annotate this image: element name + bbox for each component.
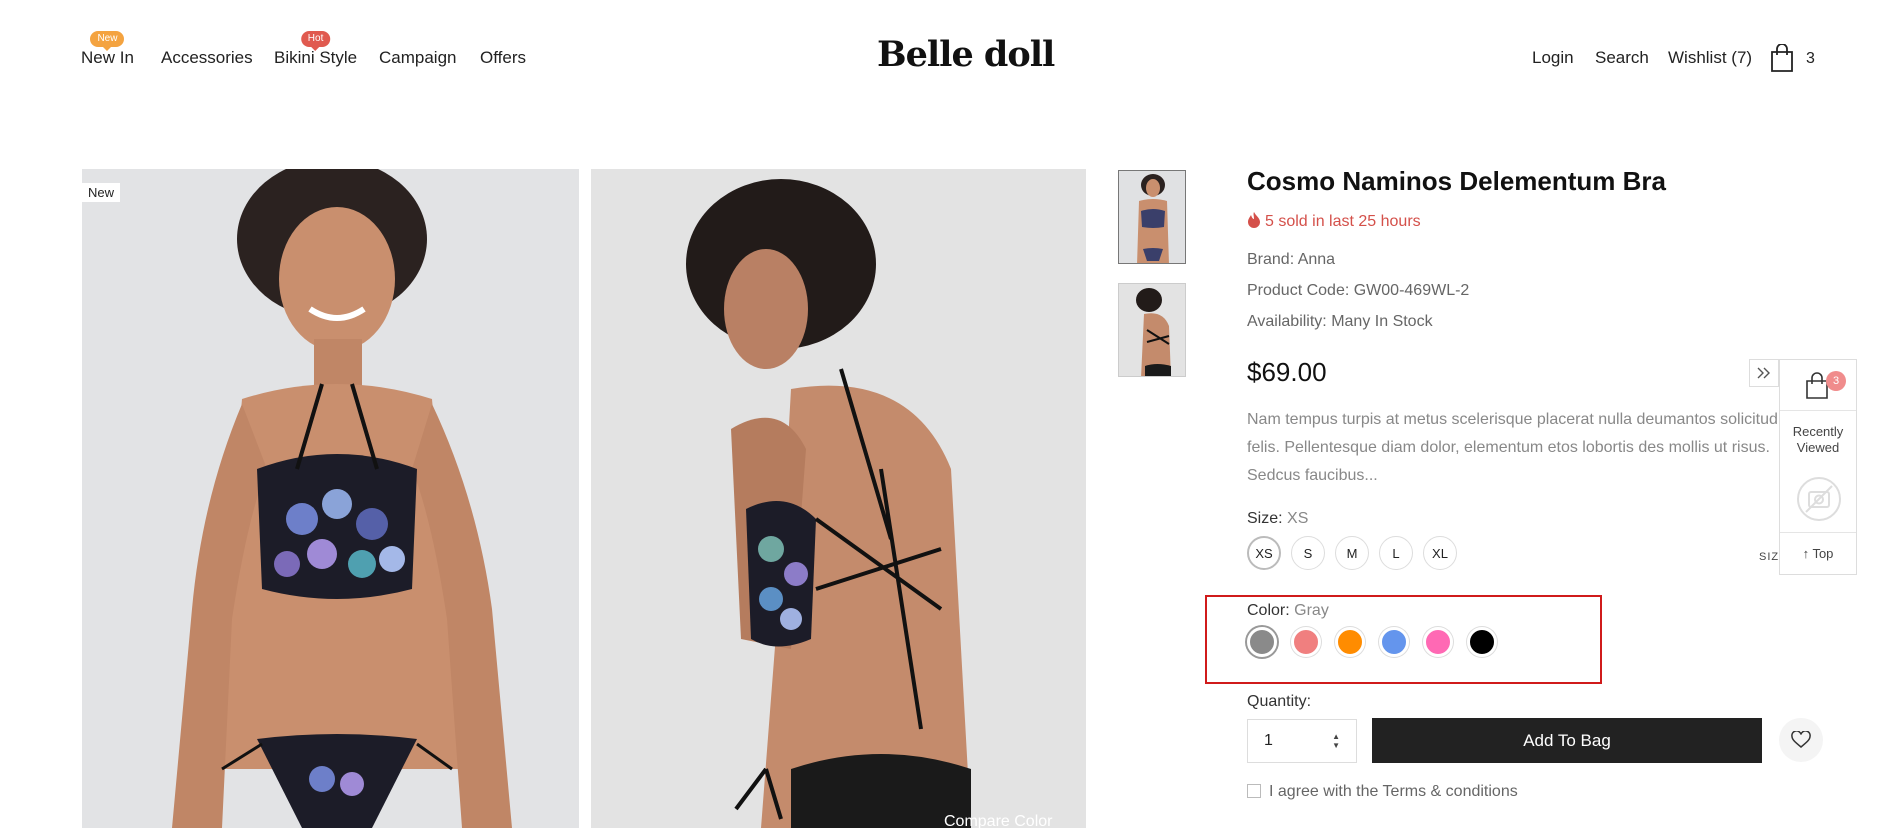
brand-row: Brand: Anna — [1247, 251, 1335, 269]
size-options: XS S M L XL — [1247, 536, 1457, 570]
quantity-label: Quantity: — [1247, 693, 1312, 710]
side-divider — [1780, 532, 1856, 533]
nav-item-label: Campaign — [379, 48, 457, 67]
product-code-value: GW00-469WL-2 — [1353, 282, 1470, 299]
floating-side-panel: 3 Recently Viewed ↑ Top — [1779, 359, 1857, 575]
size-option-l[interactable]: L — [1379, 536, 1413, 570]
color-options — [1247, 627, 1497, 657]
hot-badge: Hot — [300, 31, 331, 51]
thumbnail-front[interactable] — [1118, 170, 1186, 264]
color-swatch-blue[interactable] — [1379, 627, 1409, 657]
login-link[interactable]: Login — [1532, 48, 1574, 68]
quantity-arrows-icon[interactable]: ▲ ▼ — [1332, 732, 1340, 750]
product-title: Cosmo Naminos Delementum Bra — [1247, 166, 1666, 196]
double-chevron-right-icon — [1757, 367, 1770, 379]
product-photo-back[interactable] — [591, 169, 1086, 828]
nav-item-label: Offers — [480, 48, 526, 67]
cart-count: 3 — [1806, 50, 1815, 67]
product-photo-front[interactable] — [82, 169, 579, 828]
sold-indicator: 5 sold in last 25 hours — [1247, 211, 1421, 231]
add-to-bag-button[interactable]: Add To Bag — [1372, 718, 1762, 763]
color-swatch-gray[interactable] — [1247, 627, 1277, 657]
size-option-xl[interactable]: XL — [1423, 536, 1457, 570]
nav-item-offers[interactable]: Offers — [480, 48, 526, 68]
search-link[interactable]: Search — [1595, 48, 1649, 68]
new-tag: New — [82, 183, 121, 202]
color-swatch-orange[interactable] — [1335, 627, 1365, 657]
product-photo-back-image — [591, 169, 1086, 828]
color-selected: Gray — [1294, 602, 1329, 619]
availability-value: Many In Stock — [1331, 313, 1433, 330]
thumbnail-front-image — [1119, 171, 1185, 263]
availability-label: Availability: — [1247, 313, 1327, 330]
size-label: Size: — [1247, 510, 1283, 527]
side-divider — [1780, 410, 1856, 411]
compare-color-link[interactable]: Compare Color — [944, 813, 1052, 828]
size-option-xs[interactable]: XS — [1247, 536, 1281, 570]
nav-item-label: Accessories — [161, 48, 253, 67]
color-swatch-black[interactable] — [1467, 627, 1497, 657]
size-label-row: Size: XS — [1247, 510, 1308, 528]
wishlist-link[interactable]: Wishlist (7) — [1668, 48, 1752, 68]
quantity-stepper[interactable]: 1 ▲ ▼ — [1247, 719, 1357, 763]
new-badge: New — [90, 31, 125, 51]
quantity-value[interactable]: 1 — [1264, 732, 1273, 750]
no-image-icon — [1797, 477, 1841, 521]
side-panel-toggle[interactable] — [1749, 359, 1779, 387]
nav-item-accessories[interactable]: Accessories — [161, 48, 253, 68]
product-code-row: Product Code: GW00-469WL-2 — [1247, 282, 1469, 300]
product-code-label: Product Code: — [1247, 282, 1350, 299]
product-price: $69.00 — [1247, 357, 1327, 387]
product-photo-front-image — [82, 169, 579, 828]
thumbnail-back[interactable] — [1118, 283, 1186, 377]
thumbnail-back-image — [1119, 284, 1185, 376]
recently-line-2: Viewed — [1796, 440, 1840, 455]
recently-line-1: Recently — [1792, 424, 1844, 439]
wishlist-button[interactable] — [1779, 718, 1823, 762]
color-label-row: Color: Gray — [1247, 602, 1329, 620]
site-logo[interactable]: Belle doll — [877, 34, 1055, 75]
nav-item-campaign[interactable]: Campaign — [379, 48, 457, 68]
sold-text: 5 sold in last 25 hours — [1265, 213, 1421, 230]
size-selected: XS — [1287, 510, 1309, 527]
terms-checkbox[interactable] — [1247, 784, 1261, 798]
product-description: Nam tempus turpis at metus scelerisque p… — [1247, 411, 1778, 484]
side-cart-count: 3 — [1826, 371, 1846, 391]
brand-value[interactable]: Anna — [1298, 251, 1335, 268]
color-label: Color: — [1247, 602, 1290, 619]
arrow-up-icon: ↑ — [1802, 546, 1810, 561]
shopping-bag-icon[interactable] — [1770, 44, 1794, 72]
back-to-top-button[interactable]: ↑ Top — [1780, 546, 1856, 561]
fire-icon — [1248, 212, 1260, 228]
nav-item-bikini-style[interactable]: Hot Bikini Style — [274, 31, 357, 68]
size-option-m[interactable]: M — [1335, 536, 1369, 570]
availability-row: Availability: Many In Stock — [1247, 313, 1433, 331]
site-header: New New In Accessories Hot Bikini Style … — [0, 0, 1904, 110]
color-swatch-pink[interactable] — [1423, 627, 1453, 657]
terms-text[interactable]: I agree with the Terms & conditions — [1269, 783, 1518, 800]
color-swatch-coral[interactable] — [1291, 627, 1321, 657]
recently-viewed-label[interactable]: Recently Viewed — [1780, 424, 1856, 456]
terms-agreement: I agree with the Terms & conditions — [1247, 783, 1518, 801]
heart-icon — [1791, 731, 1811, 748]
size-option-s[interactable]: S — [1291, 536, 1325, 570]
back-to-top-label: Top — [1812, 546, 1834, 561]
nav-item-new-in[interactable]: New New In — [81, 31, 134, 68]
brand-label: Brand: — [1247, 251, 1295, 268]
